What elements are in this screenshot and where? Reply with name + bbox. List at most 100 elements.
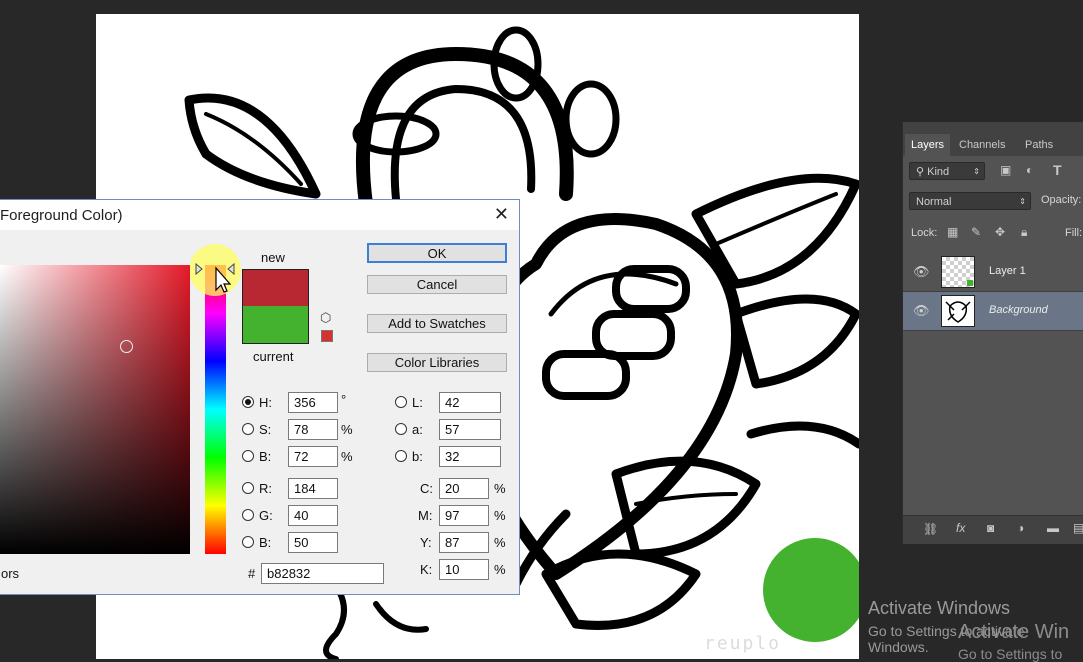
activate-windows-subtitle-dup: Go to Settings to [958,646,1063,662]
radio-lightness[interactable] [395,396,407,408]
lock-transparent-icon[interactable]: ▦ [947,225,958,239]
radio-hue[interactable] [242,396,254,408]
activate-windows-title: Activate Windows [868,598,1011,618]
layers-bottom-bar: ⛓︎ fx ◙ ◑ ▬ ▤ [903,515,1083,544]
web-safe-swatch-icon[interactable] [321,330,333,342]
hue-label: H: [259,395,272,410]
type-filter-icon[interactable]: T [1053,162,1062,178]
a-label: a: [412,422,423,437]
radio-blue[interactable] [242,536,254,548]
activate-windows-title-dup: Activate Win [958,621,1070,643]
lightness-input[interactable]: 42 [439,392,501,413]
radio-green[interactable] [242,509,254,521]
image-filter-icon[interactable]: ▣ [1000,163,1011,177]
lock-all-icon[interactable]: 🔒︎ [1021,225,1027,240]
layer-name[interactable]: Background [989,304,1048,316]
cube-icon[interactable]: ⬡ [320,310,331,326]
hue-input[interactable]: 356 [288,392,338,413]
fill-label: Fill: [1065,227,1083,239]
b-lab-input[interactable]: 32 [439,446,501,467]
visibility-eye-icon[interactable]: 👁︎ [913,264,930,280]
adjustment-filter-icon[interactable]: ◐ [1026,163,1033,177]
layer-row-layer1[interactable]: 👁︎ Layer 1 [903,253,1083,292]
percent-unit: % [494,535,506,550]
panel-collapse-strip[interactable] [903,122,1083,134]
cancel-button[interactable]: Cancel [367,275,507,294]
degree-unit: ° [341,392,347,407]
green-input[interactable]: 40 [288,505,338,526]
background-thumb-art [945,301,971,323]
layer-row-background[interactable]: 👁︎ Background [903,292,1083,331]
filter-kind-select[interactable]: ⚲ Kind ⇕ [909,162,985,180]
new-color-swatch[interactable] [242,269,309,306]
add-to-swatches-button[interactable]: Add to Swatches [367,314,507,333]
current-color-swatch[interactable] [242,306,309,344]
color-field-cursor[interactable] [120,340,133,353]
percent-unit: % [494,508,506,523]
green-label: G: [259,508,273,523]
b-lab-label: b: [412,449,423,464]
color-libraries-button[interactable]: Color Libraries [367,353,507,372]
a-input[interactable]: 57 [439,419,501,440]
black-label: K: [420,562,433,577]
yellow-label: Y: [420,535,432,550]
updown-icon: ⇕ [973,167,980,176]
saturation-input[interactable]: 78 [288,419,338,440]
watermark-text: reuplo [704,633,782,654]
only-web-colors-label[interactable]: ors [1,566,19,581]
new-label: new [261,250,285,265]
brightness-input[interactable]: 72 [288,446,338,467]
radio-a[interactable] [395,423,407,435]
visibility-eye-icon[interactable]: 👁︎ [913,303,930,319]
color-picker-dialog: Foreground Color) ✕ new current ⬡ OK Can… [0,199,520,595]
filter-kind-label: Kind [927,166,950,178]
lock-row: Lock: ▦ ✎ ✥ 🔒︎ Fill: [903,222,1083,244]
hex-input[interactable]: b82832 [261,563,384,584]
new-layer-icon[interactable]: ▤ [1073,521,1083,535]
hex-label: # [248,566,256,581]
mask-icon[interactable]: ◙ [987,521,994,535]
close-icon[interactable]: ✕ [494,204,509,225]
tab-paths[interactable]: Paths [1019,134,1059,156]
magenta-label: M: [418,508,433,523]
black-input[interactable]: 10 [439,559,489,580]
tab-layers[interactable]: Layers [905,134,951,156]
radio-saturation[interactable] [242,423,254,435]
cyan-label: C: [420,481,433,496]
panel-tabs: Layers Channels Paths [903,134,1083,156]
ok-button[interactable]: OK [367,243,507,263]
blend-mode-select[interactable]: Normal ⇕ [909,192,1031,210]
radio-brightness[interactable] [242,450,254,462]
color-field[interactable] [0,265,190,554]
yellow-input[interactable]: 87 [439,532,489,553]
lock-paint-icon[interactable]: ✎ [971,225,981,239]
blue-input[interactable]: 50 [288,532,338,553]
tab-channels[interactable]: Channels [953,134,1011,156]
dialog-titlebar[interactable]: Foreground Color) ✕ [0,200,519,230]
radio-b[interactable] [395,450,407,462]
radio-red[interactable] [242,482,254,494]
red-input[interactable]: 184 [288,478,338,499]
hue-slider-handle[interactable] [190,240,250,310]
blend-mode-label: Normal [916,196,952,208]
layer-thumbnail [941,295,975,327]
updown-icon: ⇕ [1019,197,1026,206]
folder-icon[interactable]: ▬ [1047,521,1059,535]
blue-label: B: [259,535,272,550]
link-icon[interactable]: ⛓︎ [923,522,938,536]
magenta-input[interactable]: 97 [439,505,489,526]
cyan-input[interactable]: 20 [439,478,489,499]
filter-row: ⚲ Kind ⇕ ▣ ◐ T [903,160,1083,182]
layer-thumbnail [941,256,975,288]
green-dot-thumb [967,280,973,286]
blend-row: Normal ⇕ Opacity: [903,190,1083,212]
layers-panel: Layers Channels Paths ⚲ Kind ⇕ ▣ ◐ T Norm… [902,122,1083,544]
adjustment-layer-icon[interactable]: ◑ [1017,521,1024,535]
percent-unit: % [341,449,353,464]
fx-icon[interactable]: fx [956,521,965,535]
layer-name[interactable]: Layer 1 [989,265,1026,277]
lock-position-icon[interactable]: ✥ [995,225,1005,239]
opacity-label: Opacity: [1041,194,1082,206]
lock-label: Lock: [911,227,938,239]
current-label: current [253,349,294,364]
